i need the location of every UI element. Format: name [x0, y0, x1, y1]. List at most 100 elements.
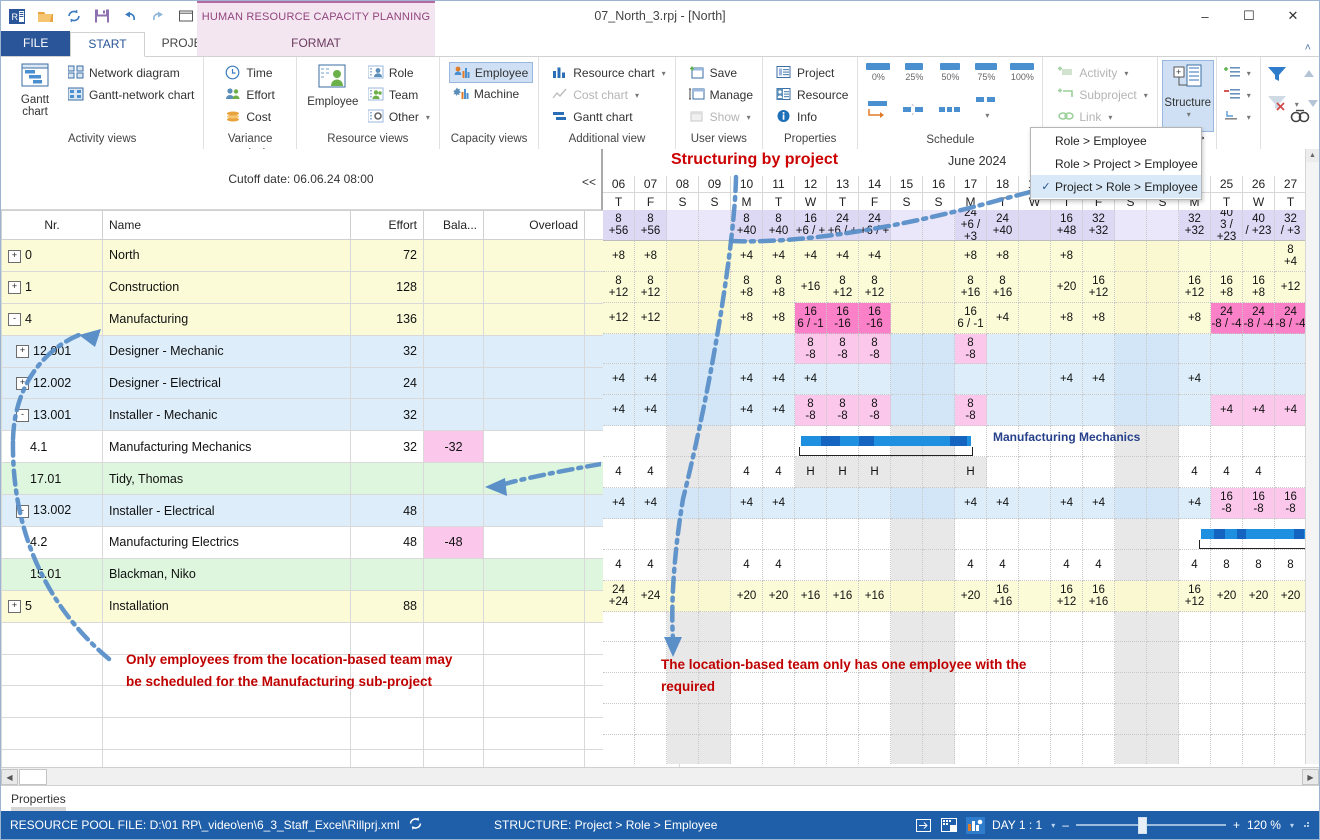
row-expander-icon[interactable]: + [8, 249, 21, 263]
chevron-down-icon[interactable]: ▾ [426, 113, 430, 122]
indent-add-button[interactable]: ▾ [1220, 62, 1255, 84]
collapse-ribbon-icon[interactable]: ˄ [1305, 42, 1311, 54]
other-button[interactable]: Other ▾ [364, 106, 434, 128]
resize-grip-icon[interactable] [1301, 818, 1311, 832]
row-expander-icon[interactable]: + [16, 377, 29, 391]
show-view-button[interactable]: Show ▾ [685, 106, 757, 128]
schedule-75-button[interactable]: 75% [971, 63, 1001, 82]
scrollbar-thumb[interactable] [19, 769, 47, 785]
find-icon[interactable] [1290, 108, 1310, 129]
schedule-asap-button[interactable] [863, 100, 893, 120]
filter-icon[interactable] [1267, 65, 1287, 86]
network-diagram-button[interactable]: Network diagram [64, 62, 198, 84]
gantt-bar[interactable] [801, 436, 971, 447]
save-view-button[interactable]: Save [685, 62, 757, 84]
column-header-overload[interactable]: Overload [483, 210, 585, 240]
chevron-down-icon[interactable]: ▾ [662, 69, 666, 78]
table-row[interactable]: +12.001Designer - Mechanic32-32 (100%) [1, 334, 680, 368]
chart-vertical-scrollbar[interactable]: ▲ [1305, 149, 1319, 764]
table-row[interactable]: -4Manufacturing136-88 (65%) [1, 302, 680, 336]
zoom-slider[interactable] [1075, 816, 1226, 834]
schedule-0-button[interactable]: 0% [863, 63, 893, 82]
gantt-chart-button[interactable]: Gantt chart [6, 60, 64, 118]
gantt-bar[interactable] [1201, 529, 1307, 539]
structure-menu-item-project-role-employee[interactable]: ✓ Project > Role > Employee [1031, 175, 1201, 198]
gantt-network-chart-button[interactable]: Gantt-network chart [64, 84, 198, 106]
scroll-left-icon[interactable]: ◀ [1, 769, 18, 785]
chevron-down-icon[interactable]: ▾ [1247, 69, 1251, 78]
info-button[interactable]: Info [772, 106, 852, 128]
column-header-name[interactable]: Name [102, 210, 351, 240]
cost-button[interactable]: Cost [221, 106, 278, 128]
time-button[interactable]: Time [221, 62, 278, 84]
table-row[interactable]: -13.002Installer - Electrical48-24 (50%) [1, 494, 680, 528]
scale-label[interactable]: DAY 1 : 1 [992, 818, 1042, 832]
horizontal-scrollbar[interactable]: ◀ ▶ [1, 767, 1319, 786]
project-properties-button[interactable]: Project [772, 62, 852, 84]
table-row[interactable]: +5 Installation 88 [1, 589, 680, 623]
schedule-100-button[interactable]: 100% [1007, 63, 1037, 82]
properties-tab[interactable]: Properties [1, 792, 66, 806]
indent-remove-button[interactable]: ▾ [1220, 84, 1255, 106]
chevron-down-icon[interactable]: ▾ [635, 91, 639, 100]
insert-activity-button[interactable]: Activity ▾ [1054, 62, 1151, 84]
table-row[interactable]: 4.1 Manufacturing Mechanics 32 -32 [1, 430, 680, 464]
table-row[interactable]: 17.01 Tidy, Thomas [1, 462, 680, 496]
resource-chart-button[interactable]: Resource chart ▾ [548, 62, 669, 84]
schedule-level-3-button[interactable]: ▾ [971, 90, 1001, 120]
filter-clear-icon[interactable] [1267, 94, 1287, 115]
table-row[interactable]: 4.2 Manufacturing Electrics 48 -48 [1, 526, 680, 559]
row-expander-icon[interactable]: - [8, 313, 21, 327]
scroll-right-icon[interactable]: ▶ [1302, 769, 1319, 785]
table-row[interactable]: +1 Construction 128 [1, 270, 680, 304]
table-row[interactable]: +0 North 72 [1, 239, 680, 272]
status-refresh-icon[interactable] [408, 816, 423, 834]
chevron-down-icon[interactable]: ▾ [1187, 109, 1191, 121]
outdent-button[interactable]: ▾ [1220, 106, 1255, 128]
capacity-machine-button[interactable]: Machine [449, 83, 533, 105]
table-row[interactable]: 15.01 Blackman, Niko [1, 557, 680, 591]
close-button[interactable]: ✕ [1271, 2, 1315, 30]
zoom-slider-knob[interactable] [1137, 816, 1147, 834]
cost-chart-button[interactable]: Cost chart ▾ [548, 84, 669, 106]
structure-menu-item-role-employee[interactable]: Role > Employee [1031, 129, 1201, 152]
structure-menu-item-role-project-employee[interactable]: Role > Project > Employee [1031, 152, 1201, 175]
zoom-dropdown-icon[interactable]: ▾ [1290, 821, 1294, 830]
view-capacity-chart-icon[interactable] [965, 816, 985, 834]
employee-view-button[interactable]: Employee [302, 60, 364, 108]
minimize-button[interactable]: – [1183, 2, 1227, 30]
maximize-button[interactable]: ☐ [1227, 2, 1271, 30]
zoom-in-button[interactable]: + [1233, 818, 1240, 832]
schedule-50-button[interactable]: 50% [935, 63, 965, 82]
table-row[interactable]: +12.002 Designer - Electrical 24 [1, 366, 680, 400]
tab-file[interactable]: FILE [1, 31, 71, 56]
zoom-out-button[interactable]: – [1062, 818, 1069, 832]
table-row[interactable]: -13.001Installer - Mechanic32-32 (100%) [1, 398, 680, 432]
tab-start[interactable]: START [70, 32, 145, 57]
chevron-down-icon[interactable]: ▾ [1247, 91, 1251, 100]
view-compact-icon[interactable] [914, 817, 933, 834]
row-expander-icon[interactable]: + [16, 345, 29, 359]
role-button[interactable]: Role [364, 62, 434, 84]
manage-view-button[interactable]: Manage [685, 84, 757, 106]
column-header-balance[interactable]: Bala... [423, 210, 484, 240]
row-expander-icon[interactable]: - [16, 504, 29, 518]
chevron-down-icon[interactable]: ▾ [1124, 69, 1128, 78]
view-grid-icon[interactable] [940, 817, 959, 834]
scale-dropdown-icon[interactable]: ▾ [1051, 821, 1055, 830]
insert-link-button[interactable]: Link ▾ [1054, 106, 1151, 128]
schedule-25-button[interactable]: 25% [899, 63, 929, 82]
team-button[interactable]: Team [364, 84, 434, 106]
effort-button[interactable]: Effort [221, 84, 278, 106]
insert-subproject-button[interactable]: Subproject ▾ [1054, 84, 1151, 106]
capacity-employee-button[interactable]: Employee [448, 62, 534, 83]
structure-button[interactable]: + Structure ▾ [1161, 60, 1214, 132]
schedule-level-1-button[interactable] [899, 100, 929, 120]
row-expander-icon[interactable]: + [8, 600, 21, 614]
chevron-down-icon[interactable]: ▾ [747, 113, 751, 122]
scroll-back-button[interactable]: << [582, 175, 596, 189]
column-header-nr[interactable]: Nr. [1, 210, 103, 240]
column-header-effort[interactable]: Effort [350, 210, 424, 240]
row-expander-icon[interactable]: + [8, 281, 21, 295]
gantt-chart-small-button[interactable]: Gantt chart [548, 106, 669, 128]
